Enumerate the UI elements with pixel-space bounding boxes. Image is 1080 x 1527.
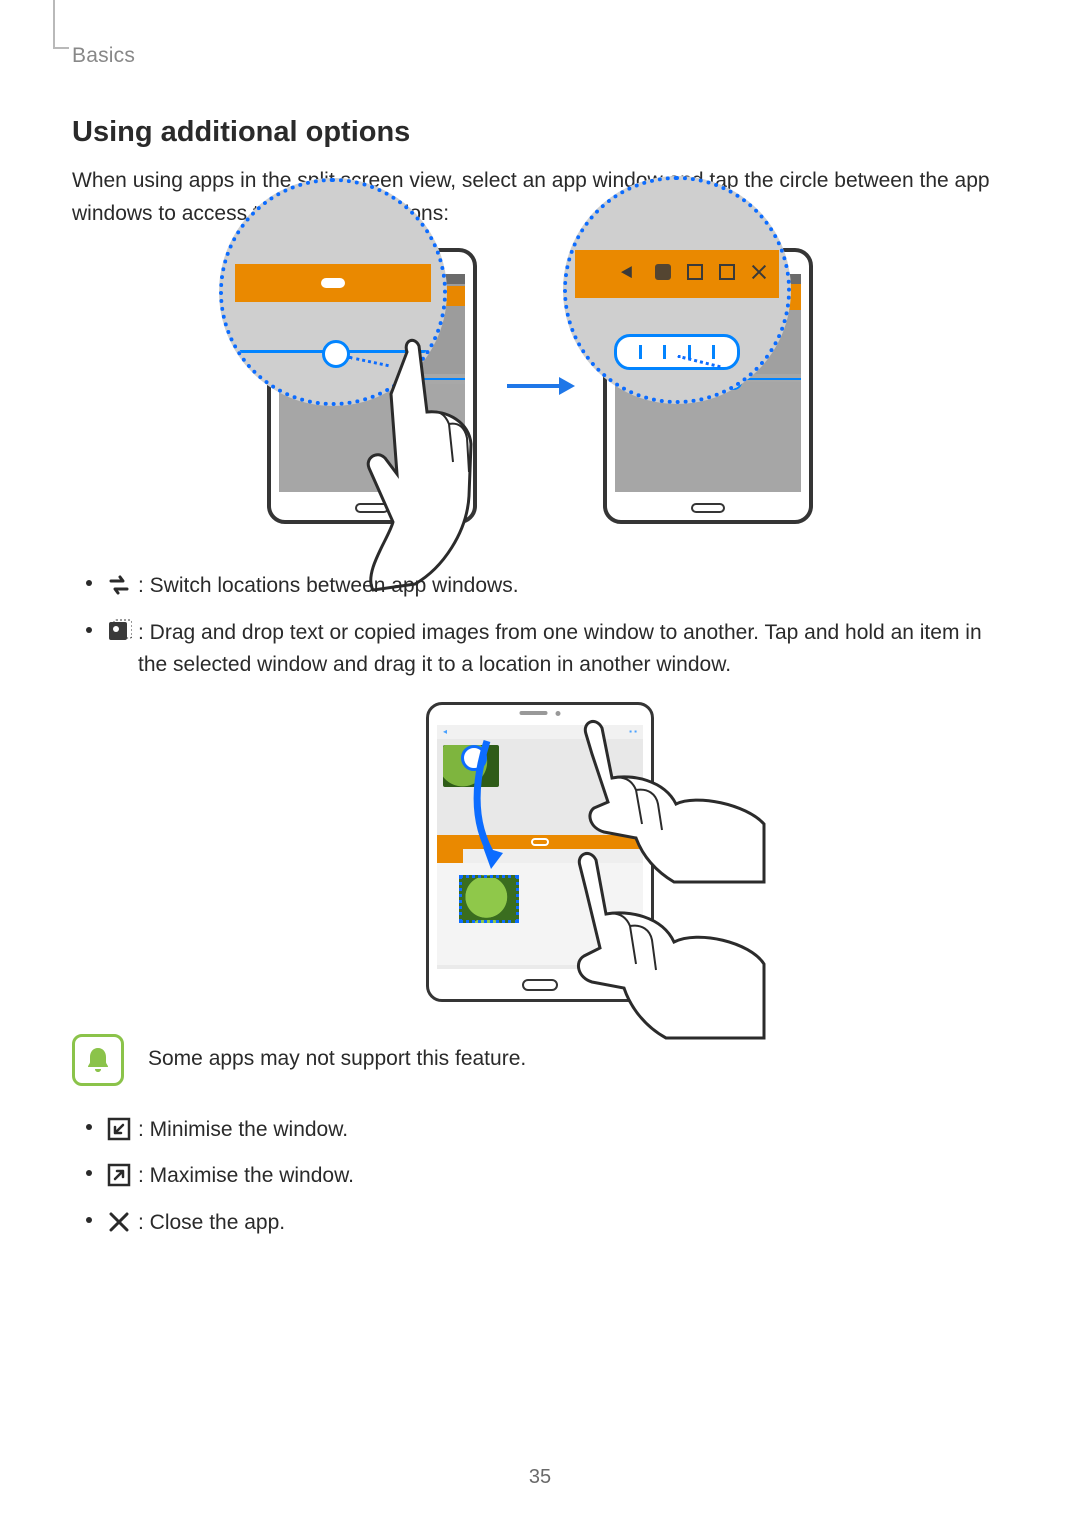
- maximise-icon: [719, 264, 735, 280]
- minimise-icon: [687, 264, 703, 280]
- arrow-right-icon: [505, 375, 575, 397]
- manual-page: Basics Using additional options When usi…: [0, 0, 1080, 1527]
- tablet-after: ✕: [603, 248, 813, 524]
- option-switch-text: : Switch locations between app windows.: [138, 574, 519, 597]
- option-drag: : Drag and drop text or copied images fr…: [72, 617, 1008, 682]
- note: Some apps may not support this feature.: [72, 1034, 1008, 1086]
- note-text: Some apps may not support this feature.: [148, 1043, 526, 1076]
- option-minimise: : Minimise the window.: [72, 1114, 1008, 1147]
- page-number: 35: [0, 1466, 1080, 1489]
- option-switch: : Switch locations between app windows.: [72, 570, 1008, 603]
- magnifier-toolbar: [563, 176, 791, 404]
- page-title: Using additional options: [72, 116, 1008, 149]
- header-ornament: [53, 0, 55, 49]
- tablet-drag: ◂▪ ▪: [426, 702, 654, 1002]
- option-maximise-text: : Maximise the window.: [138, 1164, 354, 1187]
- option-maximise: : Maximise the window.: [72, 1160, 1008, 1193]
- option-close-text: : Close the app.: [138, 1211, 285, 1234]
- figure-split-options: ✕: [72, 248, 1008, 524]
- minimise-icon: [106, 1116, 132, 1142]
- close-icon: [106, 1209, 132, 1235]
- option-drag-text: : Drag and drop text or copied images fr…: [138, 621, 982, 677]
- note-bell-icon: [72, 1034, 124, 1086]
- close-icon: [751, 264, 767, 280]
- tablet-before: [267, 248, 477, 524]
- intro-paragraph: When using apps in the split screen view…: [72, 165, 1008, 230]
- options-list-2: : Minimise the window. : Maximise the wi…: [72, 1114, 1008, 1240]
- options-list-1: : Switch locations between app windows. …: [72, 570, 1008, 682]
- option-minimise-text: : Minimise the window.: [138, 1118, 348, 1141]
- drag-content-icon: [106, 619, 132, 645]
- drag-content-icon: [655, 264, 671, 280]
- figure-drag-drop: ◂▪ ▪: [72, 702, 1008, 1002]
- magnifier-handle: [219, 178, 447, 406]
- option-close: : Close the app.: [72, 1207, 1008, 1240]
- maximise-icon: [106, 1162, 132, 1188]
- section-label: Basics: [72, 44, 1008, 68]
- switch-windows-icon: [621, 266, 639, 278]
- switch-windows-icon: [106, 572, 132, 598]
